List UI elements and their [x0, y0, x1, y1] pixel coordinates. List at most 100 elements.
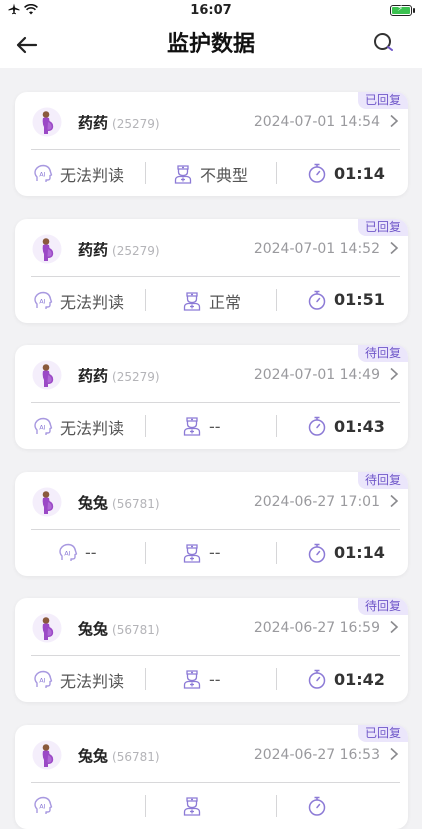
record-time: 2024-07-01 14:54 — [253, 114, 380, 130]
doctor-result-text: -- — [209, 416, 221, 436]
stopwatch-icon — [308, 290, 326, 310]
record-card[interactable]: 已回复 兔兔 (56781) 2024-06-27 16:53 AI — [15, 724, 408, 829]
duration-text: 01:51 — [334, 290, 385, 309]
record-card[interactable]: 已回复 药药(25279) 2024-07-01 14:52 AI 无法判读 — [15, 218, 408, 323]
chevron-right-icon — [390, 114, 399, 128]
record-card[interactable]: 待回复 药药(25279) 2024-07-01 14:49 AI 无法判读 — [15, 345, 408, 449]
doctor-result — [181, 795, 209, 817]
record-time: 2024-06-27 17:01 — [253, 493, 380, 510]
doctor-icon — [183, 543, 201, 563]
patient-id: (25279) — [112, 370, 160, 384]
ai-head-icon: AI — [59, 543, 78, 561]
chevron-right-icon — [390, 367, 399, 381]
doctor-icon — [174, 165, 192, 184]
doctor-icon — [183, 291, 201, 311]
stopwatch-icon — [308, 543, 326, 563]
chevron-right-icon — [390, 620, 399, 634]
duration-text: 01:14 — [334, 543, 385, 562]
svg-text:AI: AI — [64, 549, 70, 557]
record-time: 2024-06-27 16:53 — [253, 746, 380, 763]
duration: 01:42 — [306, 668, 385, 690]
page-title: 监护数据 — [166, 32, 255, 57]
record-card[interactable]: 待回复 兔兔(56781) 2024-06-27 16:59 AI 无法判读 — [15, 598, 408, 702]
ai-result-text: 无法判读 — [60, 166, 125, 185]
ai-result: AI 无法判读 — [32, 162, 124, 186]
duration: 01:14 — [306, 542, 385, 564]
patient-id: (56781) — [112, 623, 160, 637]
ai-result: AI 无法判读 — [32, 415, 124, 439]
ai-result-text: 无法判读 — [60, 672, 125, 691]
duration — [306, 795, 334, 817]
patient-name: 兔兔 (56781) — [78, 620, 160, 638]
separator — [276, 541, 277, 564]
record-time: 2024-07-01 14:52 — [253, 240, 380, 257]
doctor-result: 正常 — [181, 289, 241, 313]
ai-head-icon: AI — [34, 417, 53, 435]
doctor-result: 不典型 — [172, 162, 248, 186]
duration-text: 01:43 — [334, 416, 385, 436]
reply-status-badge: 已回复 — [357, 92, 408, 109]
separator — [145, 668, 146, 690]
svg-text:AI: AI — [39, 802, 45, 810]
record-time: 2024-06-27 16:59 — [253, 620, 380, 636]
ai-result: AI 无法判读 — [32, 668, 124, 692]
doctor-result-text: -- — [209, 669, 221, 689]
record-metrics: AI — [15, 783, 408, 829]
duration-text: 01:14 — [334, 163, 385, 183]
svg-text:AI: AI — [39, 297, 45, 305]
ai-result-text: 无法判读 — [60, 419, 125, 438]
doctor-result: -- — [181, 668, 221, 690]
doctor-icon — [183, 670, 201, 689]
stopwatch-icon — [308, 163, 326, 183]
doctor-result-text: 不典型 — [200, 166, 249, 185]
separator — [276, 162, 277, 184]
chevron-right-icon — [390, 241, 399, 254]
pregnant-avatar-icon — [32, 234, 62, 263]
ai-head-icon: AI — [34, 291, 53, 309]
record-metrics: AI 无法判读 -- — [15, 403, 408, 449]
separator — [145, 415, 146, 437]
duration: 01:14 — [306, 162, 385, 184]
separator — [145, 541, 146, 564]
separator — [276, 415, 277, 437]
chevron-right-icon — [390, 747, 399, 760]
pregnant-avatar-icon — [32, 360, 62, 390]
reply-status-badge: 待回复 — [357, 471, 408, 489]
pregnant-avatar-icon — [32, 613, 62, 643]
stopwatch-icon — [308, 796, 326, 816]
svg-text:AI: AI — [39, 677, 45, 685]
ai-result: AI -- — [57, 542, 97, 564]
separator — [276, 288, 277, 311]
separator — [276, 668, 277, 690]
ai-result-text: 无法判读 — [60, 292, 125, 312]
record-time: 2024-07-01 14:49 — [253, 367, 380, 383]
record-metrics: AI 无法判读 不典型 01:14 — [15, 150, 408, 196]
ai-result: AI — [32, 795, 60, 817]
separator — [276, 794, 277, 817]
status-bar: 16:07 ⚡ — [0, 0, 422, 22]
record-card[interactable]: 已回复 药药(25279) 2024-07-01 14:54 AI 无法判读 — [15, 92, 408, 196]
reply-status-badge: 已回复 — [357, 218, 408, 236]
patient-id: (25279) — [112, 117, 160, 131]
svg-text:AI: AI — [39, 424, 45, 432]
reply-status-badge: 已回复 — [357, 724, 408, 742]
separator — [145, 794, 146, 817]
status-time: 16:07 — [190, 3, 232, 18]
record-card[interactable]: 待回复 兔兔 (56781) 2024-06-27 17:01 AI -- --… — [15, 471, 408, 576]
doctor-result: -- — [181, 542, 221, 564]
patient-name: 兔兔 (56781) — [78, 493, 160, 512]
doctor-result: -- — [181, 415, 221, 437]
patient-name: 药药 (25279) — [78, 367, 160, 385]
ai-result: AI 无法判读 — [32, 289, 124, 313]
reply-status-badge: 待回复 — [357, 598, 408, 615]
ai-head-icon: AI — [34, 164, 53, 182]
search-icon[interactable] — [372, 31, 396, 55]
record-metrics: AI 无法判读 -- — [15, 656, 408, 702]
duration: 01:51 — [306, 289, 385, 311]
patient-id: (25279) — [112, 243, 160, 258]
duration: 01:43 — [306, 415, 385, 437]
separator — [145, 162, 146, 184]
stopwatch-icon — [308, 669, 326, 689]
patient-id: (56781) — [112, 496, 160, 511]
doctor-icon — [183, 796, 201, 816]
